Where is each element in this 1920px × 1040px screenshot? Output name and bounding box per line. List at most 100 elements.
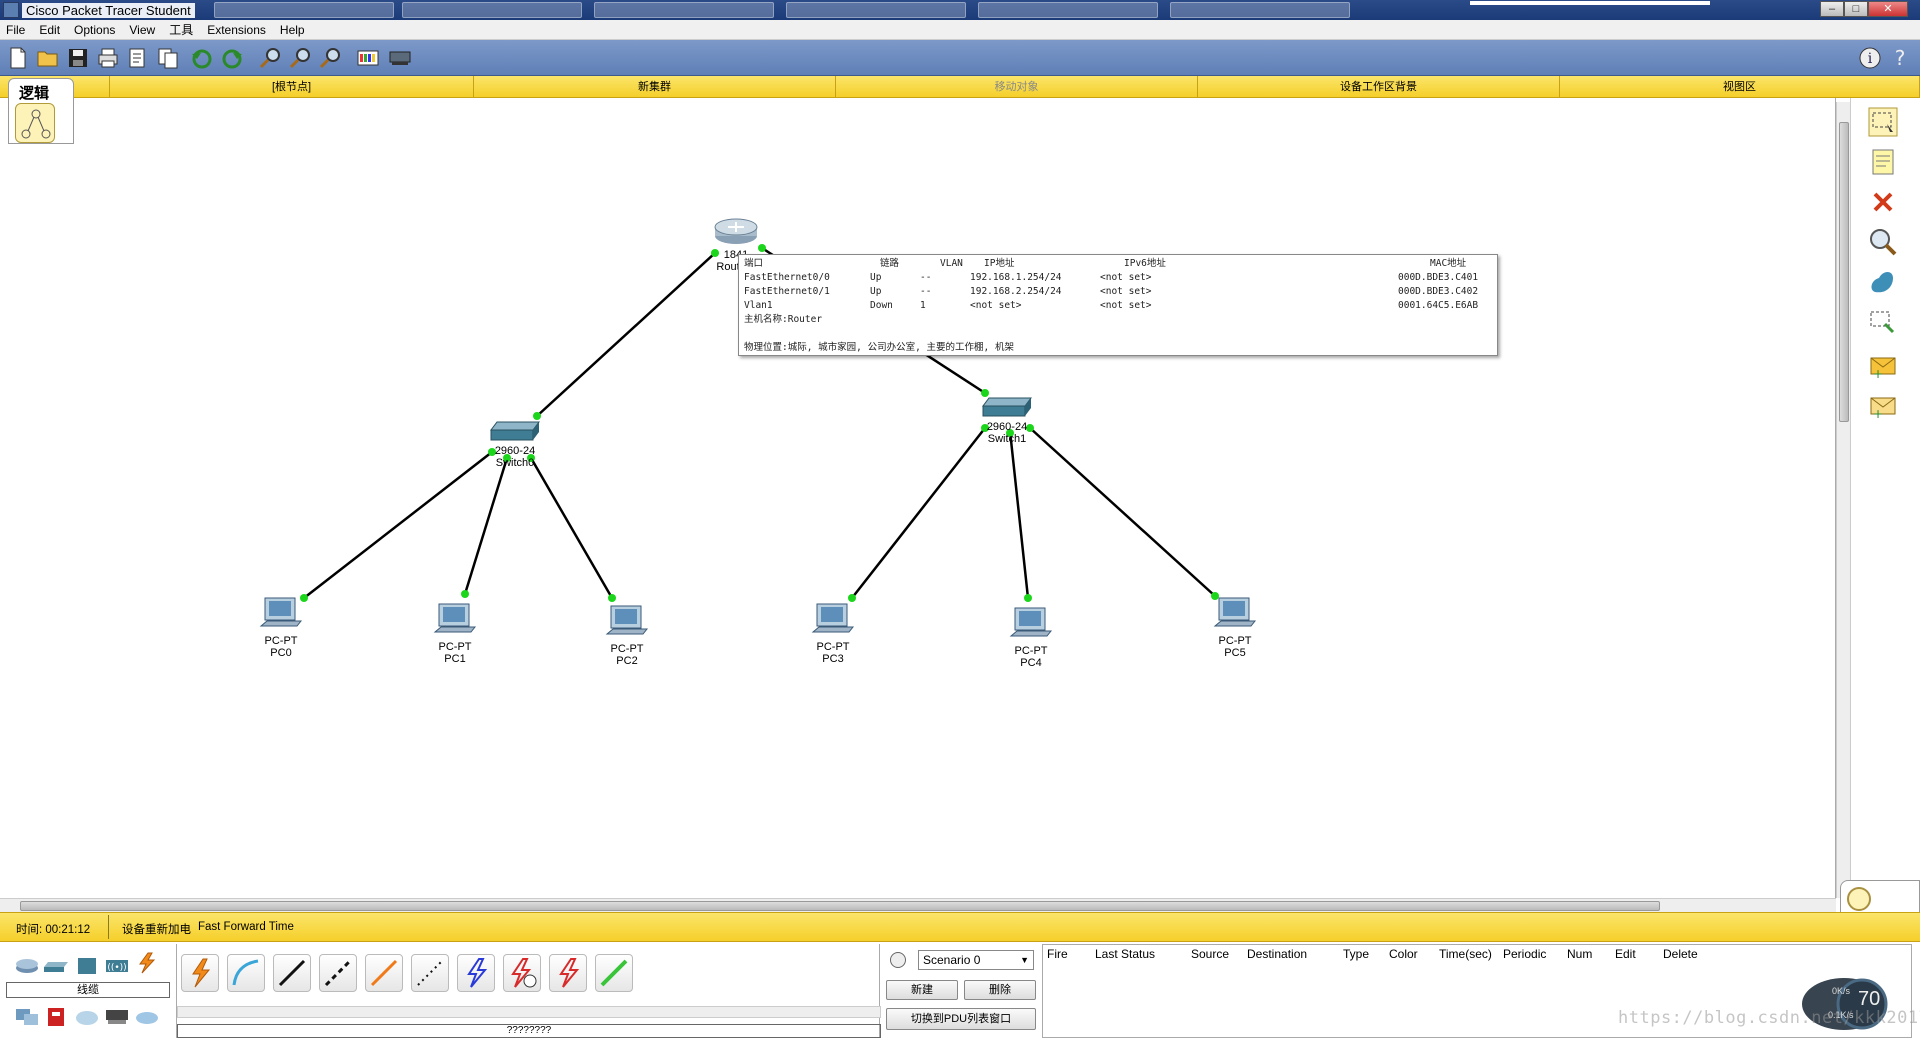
- root-node-button[interactable]: [根节点]: [110, 76, 474, 98]
- fiber-cable-icon[interactable]: [365, 954, 403, 992]
- link-switch0-pc2[interactable]: [529, 457, 614, 599]
- auto-connect-icon[interactable]: [181, 954, 219, 992]
- undo-icon[interactable]: [190, 46, 214, 70]
- minimize-button[interactable]: –: [1820, 1, 1844, 17]
- menu-options[interactable]: Options: [74, 23, 115, 37]
- connections-category-icon[interactable]: [134, 952, 160, 974]
- resize-tool-icon[interactable]: [1867, 306, 1899, 338]
- pc5-device[interactable]: PC-PT PC5: [1210, 596, 1260, 659]
- serial-dte-icon[interactable]: [549, 954, 587, 992]
- window-title: Cisco Packet Tracer Student: [22, 3, 195, 18]
- open-icon[interactable]: [36, 46, 60, 70]
- fast-forward-button[interactable]: Fast Forward Time: [198, 921, 294, 933]
- link-switch1-pc4[interactable]: [1008, 430, 1030, 599]
- octal-cable-icon[interactable]: [595, 954, 633, 992]
- link-switch0-pc1[interactable]: [463, 457, 509, 595]
- link-router-switch0[interactable]: [536, 252, 716, 417]
- link-light: [608, 594, 616, 602]
- menu-tools[interactable]: 工具: [169, 21, 193, 38]
- activity-wizard-icon[interactable]: [126, 46, 150, 70]
- note-tool-icon[interactable]: [1867, 146, 1899, 178]
- save-icon[interactable]: [66, 46, 90, 70]
- scenario-info-icon[interactable]: [890, 952, 906, 968]
- maximize-button[interactable]: □: [1844, 1, 1868, 17]
- switches-category-icon[interactable]: [44, 954, 70, 976]
- phone-cable-icon[interactable]: [411, 954, 449, 992]
- pc2-device[interactable]: PC-PT PC2: [602, 604, 652, 667]
- wireless-category-icon[interactable]: ((•)): [104, 954, 130, 976]
- vertical-scrollbar[interactable]: [1836, 102, 1850, 898]
- menu-help[interactable]: Help: [280, 23, 305, 37]
- column-header: Delete: [1663, 947, 1698, 961]
- menu-extensions[interactable]: Extensions: [207, 23, 266, 37]
- logical-view-tab[interactable]: 逻辑: [8, 78, 74, 144]
- pc-icon: [1009, 607, 1053, 637]
- close-button[interactable]: ✕: [1868, 1, 1908, 17]
- background-tab[interactable]: [978, 2, 1158, 18]
- switch0-device[interactable]: 2960-24 Switch0: [482, 420, 548, 469]
- new-cluster-button[interactable]: 新集群: [474, 76, 836, 98]
- horizontal-scrollbar[interactable]: [0, 898, 1836, 912]
- print-icon[interactable]: [96, 46, 120, 70]
- select-tool-icon[interactable]: [1867, 106, 1899, 138]
- switch1-device[interactable]: 2960-24 Switch1: [974, 396, 1040, 445]
- coaxial-cable-icon[interactable]: [457, 954, 495, 992]
- background-tab[interactable]: [214, 2, 394, 18]
- link-switch1-pc5[interactable]: [1029, 427, 1216, 597]
- connection-scrollbar[interactable]: [177, 1006, 881, 1018]
- security-category-icon[interactable]: [44, 1006, 70, 1028]
- zoom-out-icon[interactable]: [318, 46, 342, 70]
- end-devices-category-icon[interactable]: [14, 1006, 40, 1028]
- logical-workspace[interactable]: 1841 Router0 2960-24 Switch0 2960-24 Swi…: [0, 98, 1836, 898]
- switch-icon: [490, 421, 540, 441]
- background-tab[interactable]: [594, 2, 774, 18]
- scenario-select[interactable]: Scenario 0 ▼: [918, 950, 1034, 970]
- routers-category-icon[interactable]: [14, 954, 40, 976]
- scroll-thumb[interactable]: [20, 901, 1660, 911]
- pc0-device[interactable]: PC-PT PC0: [256, 596, 306, 659]
- copper-crossover-icon[interactable]: [319, 954, 357, 992]
- link-switch1-pc3[interactable]: [851, 427, 986, 599]
- scroll-thumb[interactable]: [1839, 122, 1849, 422]
- link-switch0-pc0[interactable]: [303, 451, 493, 599]
- pc4-device[interactable]: PC-PT PC4: [1006, 606, 1056, 669]
- inspect-tool-icon[interactable]: [1867, 226, 1899, 258]
- wan-emulation-category-icon[interactable]: [74, 1006, 100, 1028]
- custom-devices-category-icon[interactable]: [104, 1006, 130, 1028]
- menu-file[interactable]: File: [6, 23, 25, 37]
- device-background-button[interactable]: 设备工作区背景: [1198, 76, 1560, 98]
- move-object-button[interactable]: 移动对象: [836, 76, 1198, 98]
- add-simple-pdu-icon[interactable]: +: [1867, 350, 1899, 382]
- copy-icon[interactable]: [156, 46, 180, 70]
- background-tab[interactable]: [786, 2, 966, 18]
- new-icon[interactable]: [6, 46, 30, 70]
- pc3-device[interactable]: PC-PT PC3: [808, 602, 858, 665]
- info-icon[interactable]: i: [1858, 46, 1882, 70]
- svg-text:+: +: [1873, 407, 1883, 421]
- redo-icon[interactable]: [220, 46, 244, 70]
- zoom-in-icon[interactable]: [258, 46, 282, 70]
- power-cycle-button[interactable]: 设备重新加电: [122, 921, 191, 937]
- hubs-category-icon[interactable]: [74, 954, 100, 976]
- menu-edit[interactable]: Edit: [39, 23, 60, 37]
- help-icon[interactable]: ?: [1888, 46, 1912, 70]
- add-complex-pdu-icon[interactable]: +: [1867, 390, 1899, 422]
- custom-device-icon[interactable]: [388, 46, 412, 70]
- console-cable-icon[interactable]: [227, 954, 265, 992]
- zoom-reset-icon[interactable]: [288, 46, 312, 70]
- pc1-device[interactable]: PC-PT PC1: [430, 602, 480, 665]
- serial-dce-icon[interactable]: [503, 954, 541, 992]
- background-tab[interactable]: [402, 2, 582, 18]
- copper-straight-icon[interactable]: [273, 954, 311, 992]
- palette-icon[interactable]: [356, 46, 380, 70]
- draw-shape-icon[interactable]: [1867, 266, 1899, 298]
- multiuser-category-icon[interactable]: [134, 1006, 160, 1028]
- new-scenario-button[interactable]: 新建: [886, 980, 958, 1000]
- delete-scenario-button[interactable]: 删除: [964, 980, 1036, 1000]
- delete-tool-icon[interactable]: [1867, 186, 1899, 218]
- address-bar[interactable]: [1470, 1, 1710, 5]
- background-tab[interactable]: [1170, 2, 1350, 18]
- menu-view[interactable]: View: [129, 23, 155, 37]
- toggle-pdu-list-button[interactable]: 切换到PDU列表窗口: [886, 1008, 1036, 1030]
- viewport-button[interactable]: 视图区: [1560, 76, 1920, 98]
